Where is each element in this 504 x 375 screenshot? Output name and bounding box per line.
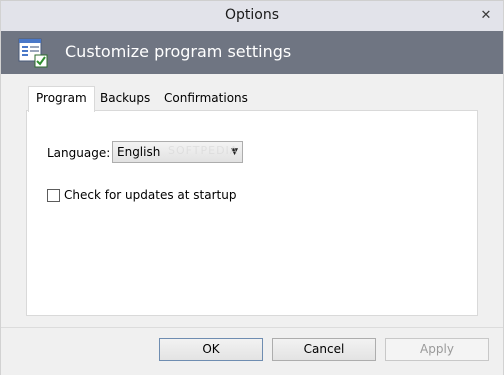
settings-document-icon: [17, 37, 49, 69]
check-updates-label: Check for updates at startup: [64, 188, 237, 202]
close-icon[interactable]: ✕: [477, 7, 495, 23]
tab-program[interactable]: Program: [28, 86, 95, 112]
language-select[interactable]: English ▼: [112, 141, 243, 163]
button-bar: OK Cancel Apply: [1, 327, 503, 375]
tab-confirmations[interactable]: Confirmations: [157, 87, 255, 109]
chevron-down-icon: ▼: [231, 147, 238, 157]
window-title: Options: [224, 7, 280, 23]
check-updates-row[interactable]: Check for updates at startup: [47, 188, 236, 202]
language-value: English: [117, 145, 161, 159]
program-tab-panel: [26, 110, 478, 316]
check-updates-checkbox[interactable]: [47, 188, 60, 202]
header-banner: Customize program settings: [1, 31, 503, 74]
banner-title: Customize program settings: [65, 42, 292, 61]
language-label: Language:: [47, 146, 111, 160]
tab-backups[interactable]: Backups: [93, 87, 157, 109]
apply-button[interactable]: Apply: [385, 338, 489, 361]
title-bar: Options ✕: [1, 1, 503, 31]
cancel-button[interactable]: Cancel: [272, 338, 376, 361]
options-dialog: Options ✕ Customize program settings Pro…: [0, 0, 504, 375]
dialog-body: Program Backups Confirmations Language: …: [1, 74, 503, 327]
ok-button[interactable]: OK: [159, 338, 263, 361]
